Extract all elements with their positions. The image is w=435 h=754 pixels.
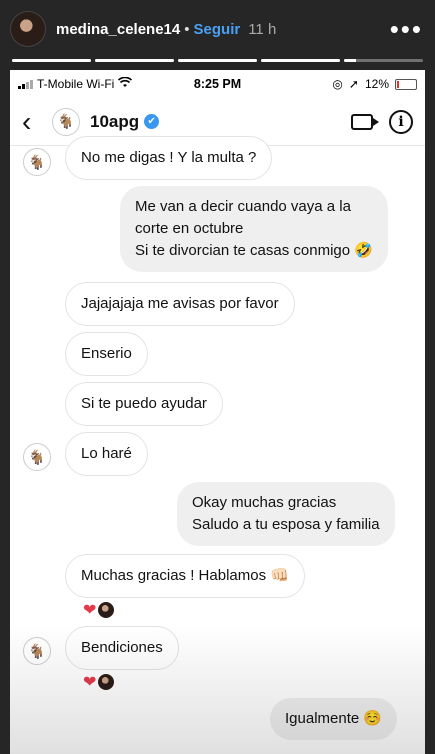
message-bubble-outgoing[interactable]: Okay muchas gracias Saludo a tu esposa y… [177, 482, 395, 546]
sender-avatar: 🐐 [23, 637, 51, 665]
message-bubble-incoming[interactable]: Lo haré [65, 432, 148, 476]
status-bar: T-Mobile Wi-Fi 8:25 PM ◎ ➚ 12% [10, 70, 425, 98]
story-avatar[interactable] [10, 11, 46, 47]
story-progress-segment [344, 59, 423, 62]
sender-avatar: 🐐 [23, 148, 51, 176]
message-bubble-incoming[interactable]: Enserio [65, 332, 148, 376]
contact-name[interactable]: 10apg [90, 112, 139, 132]
follow-button[interactable]: Seguir [194, 21, 241, 38]
message-bubble-incoming[interactable]: Jajajajaja me avisas por favor [65, 282, 295, 326]
story-header: medina_celene14 • Seguir 11 h ••• [0, 0, 435, 58]
info-icon[interactable]: i [389, 109, 413, 134]
message-reactions: ❤ [83, 600, 115, 620]
message-reactions: ❤ [83, 672, 115, 692]
verified-badge-icon: ✔ [144, 114, 160, 129]
story-progress [12, 59, 423, 62]
sender-avatar: 🐐 [23, 443, 51, 471]
message-thread[interactable]: 🐐 No me digas ! Y la multa ? Me van a de… [10, 136, 425, 754]
reactor-avatar [98, 674, 115, 690]
dm-screenshot: T-Mobile Wi-Fi 8:25 PM ◎ ➚ 12% ‹ 🐐 10apg… [10, 70, 425, 754]
message-line: Si te divorcian te casas conmigo 🤣 [135, 242, 373, 259]
story-progress-segment [95, 59, 174, 62]
message-line: corte en octubre [135, 220, 244, 237]
contact-avatar[interactable]: 🐐 [52, 107, 80, 136]
battery-percent: 12% [364, 77, 389, 91]
story-progress-segment [261, 59, 340, 62]
location-icon: ➚ [348, 77, 359, 91]
video-call-icon[interactable] [351, 113, 379, 130]
battery-icon [395, 78, 417, 90]
separator-dot: • [184, 20, 190, 38]
message-line: Saludo a tu esposa y familia [192, 516, 380, 533]
story-time: 11 h [248, 20, 277, 38]
story-progress-segment [178, 59, 257, 62]
message-bubble-incoming[interactable]: Muchas gracias ! Hablamos 👊🏻 [65, 554, 305, 598]
message-bubble-incoming[interactable]: Bendiciones [65, 626, 179, 670]
message-bubble-incoming[interactable]: No me digas ! Y la multa ? [65, 136, 273, 180]
lock-rotation-icon: ◎ [332, 77, 343, 91]
message-line: Okay muchas gracias [192, 494, 337, 511]
message-line: Me van a decir cuando vaya a la [135, 198, 351, 215]
back-icon[interactable]: ‹ [22, 106, 52, 138]
story-username[interactable]: medina_celene14 [56, 21, 180, 38]
message-bubble-incoming[interactable]: Si te puedo ayudar [65, 382, 223, 426]
message-bubble-outgoing[interactable]: Igualmente ☺️ [270, 698, 398, 740]
heart-reaction-icon: ❤ [83, 602, 97, 619]
more-horizontal-icon[interactable]: ••• [390, 16, 423, 42]
story-progress-segment [12, 59, 91, 62]
reactor-avatar [98, 602, 115, 618]
heart-reaction-icon: ❤ [83, 674, 97, 691]
message-bubble-outgoing[interactable]: Me van a decir cuando vaya a la corte en… [120, 186, 388, 272]
